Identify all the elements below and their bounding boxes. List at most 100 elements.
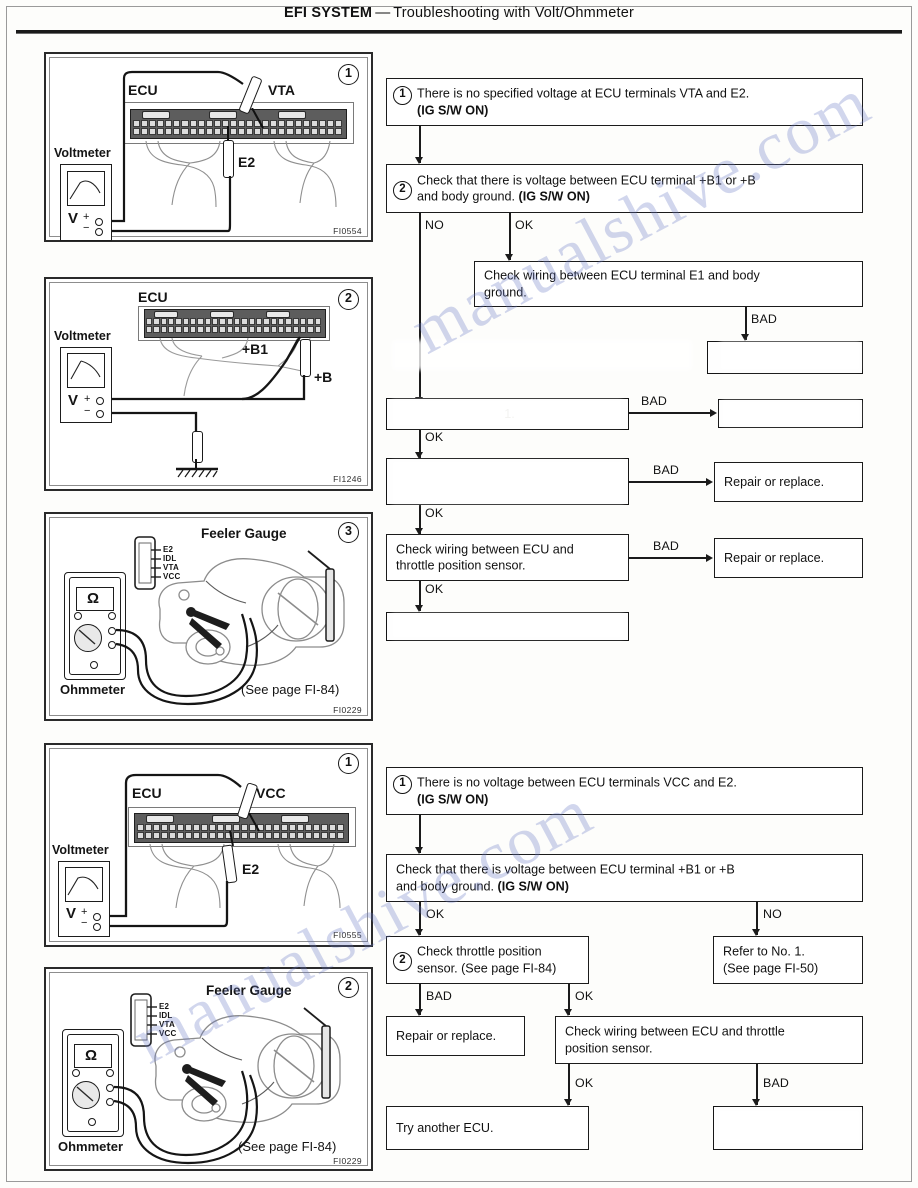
e1-line1: Check wiring between ECU terminal E1 and… (484, 268, 760, 283)
flowchart-box-bad-2 (718, 399, 863, 428)
flowchart2-box-bad-final (713, 1106, 863, 1150)
flowchart-box-final-top (386, 612, 629, 641)
ecu-label: ECU (132, 785, 162, 801)
flowchart2-box-step2: Check that there is voltage between ECU … (386, 854, 863, 902)
see-page-reference: (See page FI-84) (238, 1139, 337, 1154)
checkwiring-line2: position sensor. (565, 1041, 653, 1055)
ecu-label: ECU (128, 82, 158, 98)
header-title-system: EFI SYSTEM (283, 5, 373, 21)
branch-label-ok-2: OK (575, 989, 594, 1003)
checkwiring-line1: Check wiring between ECU and (396, 542, 574, 556)
voltmeter-needle (69, 180, 101, 200)
step2-line2: and body ground. (417, 189, 516, 204)
flowchart2-box-step1: 1 There is no voltage between ECU termin… (386, 767, 863, 815)
illustration-panel-3: 3 FI0229 Feeler Gauge E2 IDL VTA VCC Ω O… (44, 512, 373, 721)
step2-line1: Check that there is voltage between ECU … (417, 173, 756, 187)
flowchart-e1-text: Check wiring between ECU terminal E1 and… (484, 268, 856, 301)
flowchart2-checkwiring-text: Check wiring between ECU and throttle po… (565, 1024, 856, 1057)
step-marker-2: 2 (393, 952, 412, 971)
header-rule (16, 30, 902, 34)
voltmeter-symbol: V (68, 210, 79, 227)
header-title-section: Troubleshooting with Volt/Ohmmeter (393, 5, 634, 21)
flowchart-box-step2: 2 Check that there is voltage between EC… (386, 164, 863, 213)
step-marker-1: 1 (393, 86, 412, 105)
flowchart-box-faded-2 (386, 458, 629, 505)
flowchart2-repair-text: Repair or replace. (396, 1028, 497, 1043)
connector-line (629, 557, 711, 559)
step1-line2: (IG S/W ON) (417, 103, 489, 117)
connector-line (629, 412, 715, 414)
voltmeter-terminal-negative (93, 923, 101, 931)
flowchart-box-repair-1: Repair or replace. (714, 462, 863, 502)
step-marker-2: 2 (393, 181, 412, 200)
branch-label-ok-3: OK (575, 1076, 594, 1090)
branch-line-ok (509, 213, 511, 260)
arrow-down (564, 1009, 572, 1016)
voltmeter-terminal-negative (95, 228, 103, 236)
flowchart2-box-repair: Repair or replace. (386, 1016, 525, 1056)
step1-line1: There is no voltage between ECU terminal… (417, 775, 737, 790)
voltmeter-positive-sign: + (84, 393, 91, 405)
step2-line2-bold: (IG S/W ON) (518, 189, 590, 204)
arrow-right (710, 409, 717, 417)
voltmeter-needle (70, 360, 101, 380)
flowchart-box-step1: 1 There is no specified voltage at ECU t… (386, 78, 863, 126)
flowchart-step2-text: Check that there is voltage between ECU … (417, 172, 856, 205)
page-header: EFI SYSTEM — Troubleshooting with Volt/Ohm… (0, 4, 918, 30)
tps-line2: sensor. (See page FI-84) (417, 961, 557, 975)
branch-label-bad-2: BAD (763, 1076, 790, 1090)
voltmeter-negative-sign: − (83, 222, 90, 234)
terminal-e2-label: E2 (238, 154, 256, 170)
flowchart2-step2-text: Check that there is voltage between ECU … (396, 862, 856, 895)
refer-line2: (See page FI-50) (723, 961, 819, 975)
illustration-panel-4: 1 FI0555 Voltmeter V + − ECU VCC E2 (44, 743, 373, 947)
checkwiring-line1: Check wiring between ECU and throttle (565, 1024, 785, 1039)
flowchart2-refer-text: Refer to No. 1. (See page FI-50) (723, 944, 856, 977)
branch-label-bad-1: BAD (751, 312, 778, 326)
flowchart-checkwiring-text: Check wiring between ECU and throttle po… (396, 541, 622, 574)
voltmeter-symbol: V (68, 392, 79, 409)
illustration-panel-5: 2 FI0229 Feeler Gauge E2 IDL VTA VCC Ω O… (44, 967, 373, 1171)
step2-line2: and body ground. (396, 879, 495, 893)
flowchart-step1-text: There is no specified voltage at ECU ter… (417, 86, 856, 119)
voltmeter-symbol: V (66, 905, 77, 922)
arrow-down (415, 157, 423, 164)
branch-label-ok-1: OK (426, 907, 445, 921)
branch-label-bad-4: BAD (653, 539, 680, 553)
arrow-down (415, 929, 423, 936)
branch-label-bad-2: BAD (641, 394, 668, 408)
flowchart-box-e1-ground: Check wiring between ECU terminal E1 and… (474, 261, 863, 307)
terminal-e2-label: E2 (242, 861, 260, 877)
branch-label-ok-3: OK (425, 582, 444, 596)
branch-label-ok-2: OK (425, 506, 444, 520)
voltmeter-label: Voltmeter (52, 843, 109, 857)
step2-line1: Check that there is voltage between ECU … (396, 862, 735, 877)
e1-line2: ground. (484, 285, 527, 299)
header-dash: — (375, 4, 391, 21)
branch-label-bad-3: BAD (653, 463, 680, 477)
illustration-panel-2: 2 FI1246 ECU Voltmeter V + − +B1 +B (44, 277, 373, 491)
manual-page: EFI SYSTEM — Troubleshooting with Volt/Ohm… (0, 0, 918, 1188)
terminal-vta-label: VTA (268, 82, 295, 98)
flowchart2-box-try-ecu: Try another ECU. (386, 1106, 589, 1150)
arrow-right (706, 554, 713, 562)
step-marker-1: 1 (393, 775, 412, 794)
step2-line2-bold: (IG S/W ON) (497, 879, 569, 893)
arrow-down (752, 929, 760, 936)
arrow-down (415, 847, 423, 854)
flowchart2-box-tps: 2 Check throttle position sensor. (See p… (386, 936, 589, 984)
voltmeter-terminal-positive (95, 218, 103, 226)
tps-line1: Check throttle position (417, 944, 542, 959)
flowchart-repair2-text: Repair or replace. (724, 550, 825, 565)
branch-label-ok: OK (515, 218, 534, 232)
arrow-down (415, 605, 423, 612)
voltmeter-terminal-positive (93, 913, 101, 921)
voltmeter-terminal-positive (96, 397, 104, 405)
terminal-vcc-label: VCC (256, 785, 286, 801)
flowchart-faded1-text: 1. (504, 407, 515, 421)
branch-line-no (419, 213, 421, 403)
branch-label-bad-1: BAD (426, 989, 453, 1003)
flowchart2-tps-text: Check throttle position sensor. (See pag… (417, 944, 582, 977)
step1-line1: There is no specified voltage at ECU ter… (417, 86, 750, 101)
voltmeter-negative-sign: − (84, 405, 91, 417)
